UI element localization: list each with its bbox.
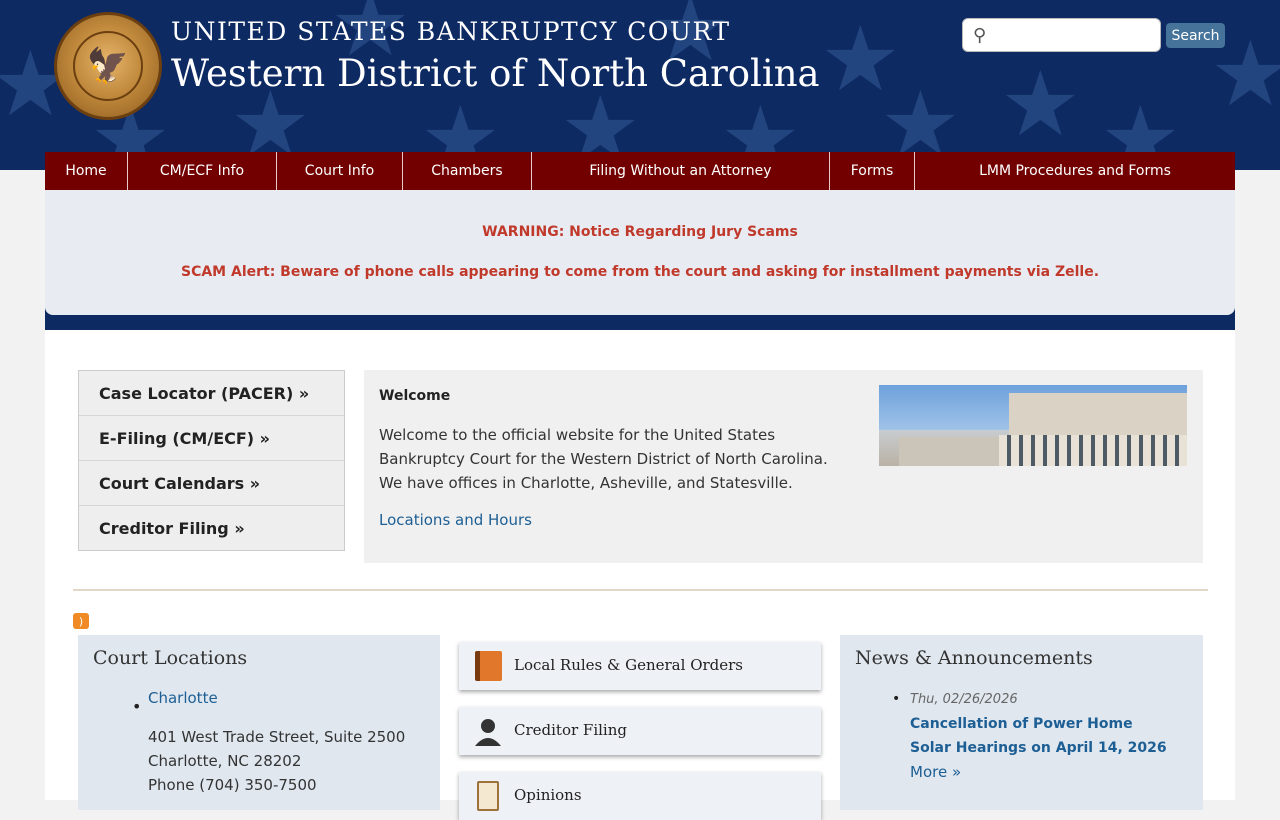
news-date: Thu, 02/26/2026 [910,692,1018,707]
search-input[interactable]: ⚲ [962,18,1161,52]
address-line: 401 West Trade Street, Suite 2500 [148,728,406,746]
quicklink-court-calendars[interactable]: Court Calendars » [79,461,344,506]
quicklinks-menu: Case Locator (PACER) » E-Filing (CM/ECF)… [78,370,345,551]
nav-item-home[interactable]: Home [45,152,128,190]
person-icon [473,715,503,747]
welcome-text: Welcome to the official website for the … [379,426,828,492]
search-icon: ⚲ [973,25,987,46]
nav-item-lmm-procedures[interactable]: LMM Procedures and Forms [915,152,1235,190]
main-content: Case Locator (PACER) » E-Filing (CM/ECF)… [45,330,1235,820]
news-more-link[interactable]: More » [910,763,961,781]
news-title: News & Announcements [855,647,1093,669]
tile-creditor-filing[interactable]: Creditor Filing [459,707,821,755]
locations-hours-link[interactable]: Locations and Hours [379,511,532,529]
welcome-title: Welcome [379,388,451,404]
building-shape [899,437,999,466]
search-button[interactable]: Search [1166,23,1225,48]
court-name-top[interactable]: UNITED STATES BANKRUPTCY COURT [171,17,731,46]
tile-label: Local Rules & General Orders [514,656,744,674]
tile-local-rules[interactable]: Local Rules & General Orders [459,642,821,690]
news-panel: News & Announcements • Thu, 02/26/2026 C… [840,635,1203,810]
building-columns [999,435,1187,466]
clipboard-icon [473,780,503,812]
alert-jury-scam-link[interactable]: WARNING: Notice Regarding Jury Scams [45,224,1235,240]
nav-item-forms[interactable]: Forms [830,152,915,190]
nav-item-filing-without-attorney[interactable]: Filing Without an Attorney [532,152,830,190]
list-bullet: • [132,697,142,716]
alert-box: WARNING: Notice Regarding Jury Scams SCA… [45,190,1235,315]
news-headline-link[interactable]: Cancellation of Power Home Solar Hearing… [910,712,1170,760]
book-icon [473,650,503,682]
quicklink-case-locator[interactable]: Case Locator (PACER) » [79,371,344,416]
tile-label: Creditor Filing [514,721,627,739]
tile-label: Opinions [514,786,582,804]
list-bullet: • [892,691,901,707]
nav-item-court-info[interactable]: Court Info [277,152,403,190]
welcome-panel: Welcome Welcome to the official website … [364,370,1203,563]
location-charlotte-link[interactable]: Charlotte [148,689,218,707]
address-line: Charlotte, NC 28202 [148,752,302,770]
quicklink-creditor-filing[interactable]: Creditor Filing » [79,506,344,550]
court-locations-title: Court Locations [93,647,248,669]
rss-feed-icon[interactable]: ) [73,613,89,629]
court-locations-panel: Court Locations • Charlotte 401 West Tra… [78,635,440,810]
section-divider [73,589,1208,591]
alert-band: WARNING: Notice Regarding Jury Scams SCA… [45,190,1235,330]
courthouse-photo [879,385,1187,466]
main-nav: Home CM/ECF Info Court Info Chambers Fil… [45,152,1235,190]
site-header: ★ ★ ★ ★ ★ ★ ★ ★ ★ ★ ★ ★ ★ 🦅 UNITED STATE… [0,0,1280,170]
eagle-icon: 🦅 [73,31,143,101]
quicklink-e-filing[interactable]: E-Filing (CM/ECF) » [79,416,344,461]
star-decoration: ★ [1000,52,1081,157]
court-seal-logo[interactable]: 🦅 [54,12,162,120]
nav-item-cmecf-info[interactable]: CM/ECF Info [128,152,277,190]
tile-opinions[interactable]: Opinions [459,772,821,820]
phone-number: Phone (704) 350-7500 [148,776,317,794]
court-name-main[interactable]: Western District of North Carolina [171,52,820,95]
nav-item-chambers[interactable]: Chambers [403,152,532,190]
alert-zelle-scam-link[interactable]: SCAM Alert: Beware of phone calls appear… [45,264,1235,280]
